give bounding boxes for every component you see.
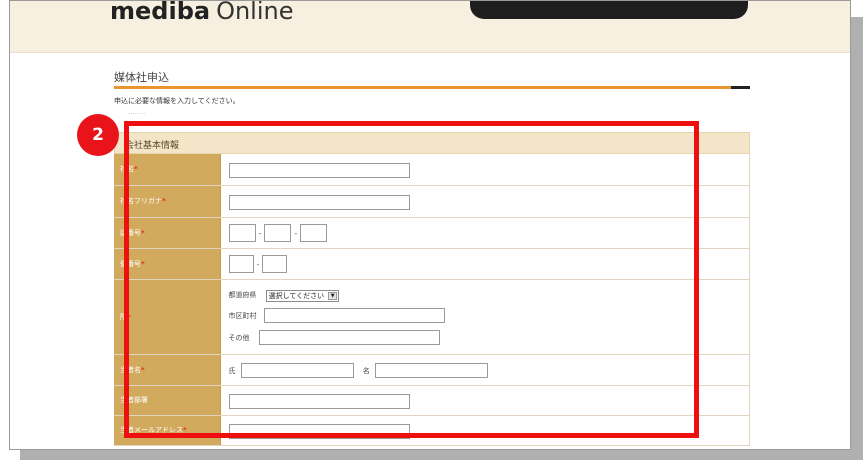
- step-number-badge: 2: [77, 114, 119, 156]
- site-header: mediba Online: [10, 1, 850, 53]
- highlight-box: [124, 121, 699, 438]
- page-subtitle: 申込に必要な情報を入力してください。: [114, 97, 240, 105]
- header-nav-bar: [470, 1, 748, 19]
- logo-bold-text: mediba: [110, 0, 211, 25]
- page-title: 媒体社申込: [114, 71, 169, 84]
- logo-light-text: Online: [216, 0, 294, 25]
- browser-frame: mediba Online 媒体社申込 申込に必要な情報を入力してください。 ··…: [9, 0, 851, 450]
- site-logo[interactable]: mediba Online: [110, 0, 294, 25]
- title-divider: [114, 86, 750, 89]
- faint-link[interactable]: ········: [128, 110, 146, 118]
- screenshot-stage: mediba Online 媒体社申込 申込に必要な情報を入力してください。 ··…: [0, 0, 864, 462]
